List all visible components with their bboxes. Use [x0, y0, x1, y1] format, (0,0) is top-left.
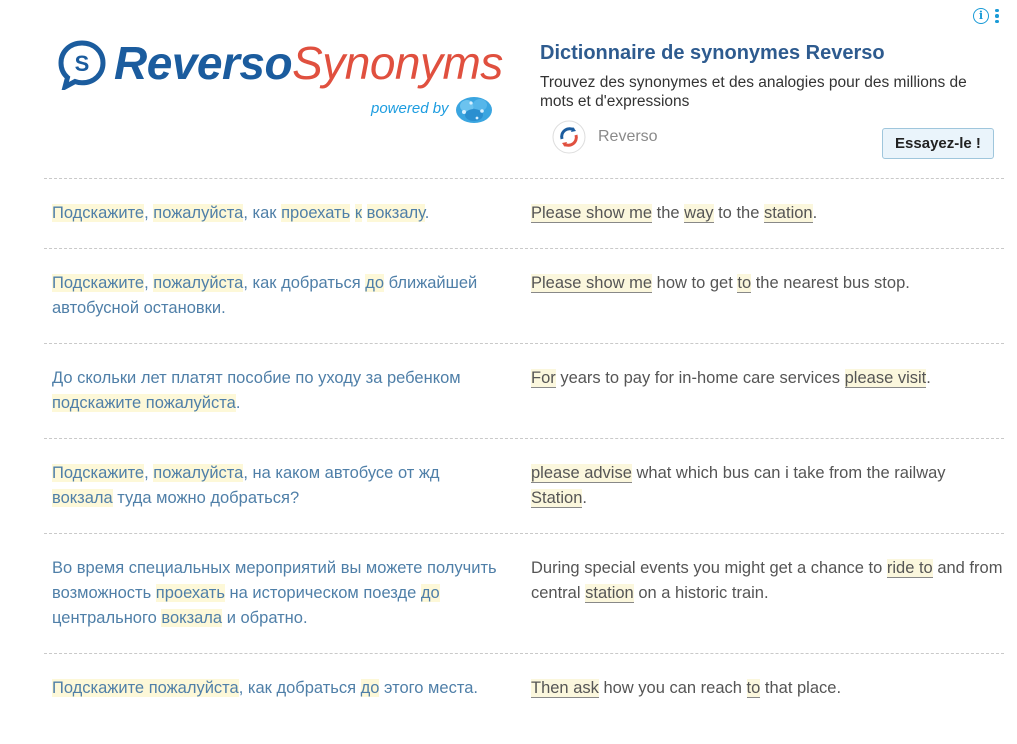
highlighted-term[interactable]: station	[763, 204, 813, 223]
highlighted-term[interactable]: For	[531, 369, 556, 388]
sentence-text: на историческом поезде	[224, 584, 421, 602]
logo-wordmark: ReversoSynonyms	[114, 36, 503, 90]
sentence-text: и обратно.	[222, 609, 308, 627]
ad-title[interactable]: Dictionnaire de synonymes Reverso	[540, 42, 885, 65]
source-sentence: До скольки лет платят пособие по уходу з…	[44, 366, 524, 416]
example-row: Подскажите, пожалуйста, как проехать к в…	[44, 178, 1004, 248]
translation-sentence: Please show me the way to the station.	[524, 201, 1004, 226]
sentence-text: how to get	[652, 274, 738, 292]
highlighted-term[interactable]: вокзала	[52, 489, 113, 507]
sentence-text: туда можно добраться?	[112, 489, 300, 507]
ad-description: Trouvez des synonymes et des analogies p…	[540, 74, 967, 110]
example-row: Подскажите, пожалуйста, на каком автобус…	[44, 438, 1004, 533]
sentence-text: years to pay for in-home care services	[555, 369, 845, 387]
highlighted-term[interactable]: Then ask	[531, 679, 599, 698]
source-sentence: Подскажите, пожалуйста, как проехать к в…	[44, 201, 524, 226]
sentence-text: , как добраться	[243, 274, 366, 292]
translation-sentence: Then ask how you can reach to that place…	[524, 676, 1004, 701]
sentence-text: that place.	[760, 679, 842, 697]
sentence-text: .	[926, 369, 931, 387]
more-vertical-icon[interactable]	[995, 8, 999, 24]
sentence-text: ,	[144, 204, 154, 222]
sentence-text: to the	[713, 204, 764, 222]
highlighted-term[interactable]: до	[360, 679, 380, 697]
try-it-button[interactable]: Essayez-le !	[882, 128, 994, 159]
sentence-text: on a historic train.	[633, 584, 769, 602]
highlighted-term[interactable]: please advise	[531, 464, 632, 483]
sentence-text: ,	[144, 274, 154, 292]
highlighted-term[interactable]: Station	[531, 489, 583, 508]
highlighted-term[interactable]: station	[585, 584, 634, 603]
translation-sentence: Please show me how to get to the nearest…	[524, 271, 1004, 321]
sentence-text: , как добраться	[238, 679, 361, 697]
sentence-text: During special events you might get a ch…	[531, 559, 887, 577]
highlighted-term[interactable]: Подскажите пожалуйста	[52, 679, 239, 697]
highlighted-term[interactable]: пожалуйста	[153, 204, 244, 222]
examples-list: Подскажите, пожалуйста, как проехать к в…	[44, 178, 1004, 723]
sentence-text	[362, 204, 367, 222]
sentence-text: .	[424, 204, 430, 222]
highlighted-term[interactable]: to	[737, 274, 752, 293]
highlighted-term[interactable]: please visit	[844, 369, 927, 388]
ad-brand[interactable]: Reverso	[552, 120, 658, 154]
highlighted-term[interactable]: way	[684, 204, 714, 223]
powered-by-label: powered by	[371, 100, 449, 117]
logo-synonyms: Synonyms	[292, 37, 503, 89]
highlighted-term[interactable]: подскажите пожалуйста	[52, 394, 236, 412]
example-row: Подскажите пожалуйста, как добраться до …	[44, 653, 1004, 723]
highlighted-term[interactable]: Подскажите	[52, 274, 145, 292]
highlighted-term[interactable]: to	[746, 679, 761, 698]
info-icon[interactable]: i	[973, 8, 989, 24]
sentence-text: .	[582, 489, 587, 507]
highlighted-term[interactable]: до	[420, 584, 440, 602]
sentence-text: ,	[144, 464, 154, 482]
ad-brand-name: Reverso	[598, 128, 658, 145]
example-row: До скольки лет платят пособие по уходу з…	[44, 343, 1004, 438]
reverso-synonyms-logo[interactable]: S ReversoSynonyms powered by	[58, 36, 503, 132]
highlighted-term[interactable]: пожалуйста	[153, 464, 244, 482]
sentence-text: , как	[243, 204, 282, 222]
source-sentence: Подскажите, пожалуйста, на каком автобус…	[44, 461, 524, 511]
highlighted-term[interactable]: проехать	[155, 584, 225, 602]
highlighted-term[interactable]: Please show me	[531, 204, 653, 223]
sentence-text: how you can reach	[598, 679, 747, 697]
highlighted-term[interactable]: вокзала	[161, 609, 223, 627]
source-sentence: Во время специальных мероприятий вы може…	[44, 556, 524, 631]
sentence-text: what which bus can i take from the railw…	[631, 464, 946, 482]
sentence-text: этого места.	[379, 679, 478, 697]
highlighted-term[interactable]: пожалуйста	[153, 274, 244, 292]
example-row: Во время специальных мероприятий вы може…	[44, 533, 1004, 653]
highlighted-term[interactable]: ride to	[886, 559, 933, 578]
ad-banner[interactable]: i S ReversoSynonyms powered by Dictionna…	[0, 0, 1017, 170]
sentence-text: .	[812, 204, 818, 222]
reverso-brand-icon	[552, 120, 586, 154]
highlighted-term[interactable]: Подскажите	[52, 204, 145, 222]
sentence-text: the nearest bus stop.	[751, 274, 910, 292]
reverso-s-icon: S	[58, 40, 106, 90]
highlighted-term[interactable]: Please show me	[531, 274, 653, 293]
highlighted-term[interactable]: вокзалу	[366, 204, 425, 222]
translation-sentence: please advise what which bus can i take …	[524, 461, 1004, 511]
sentence-text: До скольки лет платят пособие по уходу з…	[52, 369, 461, 387]
highlighted-term[interactable]: Подскажите	[52, 464, 145, 482]
example-row: Подскажите, пожалуйста, как добраться до…	[44, 248, 1004, 343]
translation-sentence: During special events you might get a ch…	[524, 556, 1004, 631]
brain-icon	[456, 97, 492, 123]
sentence-text: the	[652, 204, 685, 222]
sentence-text: центрального	[52, 609, 162, 627]
highlighted-term[interactable]: к	[354, 204, 363, 222]
highlighted-term[interactable]: проехать	[281, 204, 351, 222]
sentence-text: .	[235, 394, 241, 412]
source-sentence: Подскажите пожалуйста, как добраться до …	[44, 676, 524, 701]
logo-reverso: Reverso	[114, 37, 293, 89]
source-sentence: Подскажите, пожалуйста, как добраться до…	[44, 271, 524, 321]
translation-sentence: For years to pay for in-home care servic…	[524, 366, 1004, 416]
highlighted-term[interactable]: до	[365, 274, 385, 292]
svg-text:S: S	[75, 51, 90, 76]
ad-controls: i	[973, 8, 999, 24]
sentence-text: , на каком автобусе от жд	[243, 464, 440, 482]
